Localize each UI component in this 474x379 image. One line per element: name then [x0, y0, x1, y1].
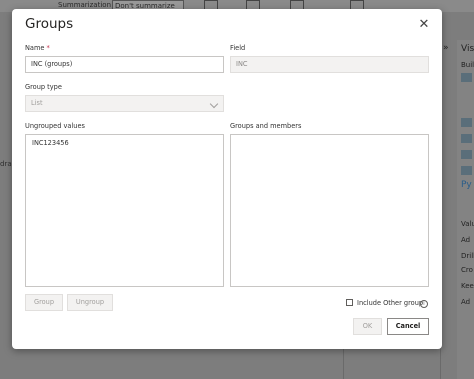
close-button[interactable]: ✕: [416, 17, 432, 33]
ok-button[interactable]: OK: [353, 318, 382, 335]
add-drill-label: Ad: [461, 298, 471, 306]
visualizations-pane: Vis Buil Py Valu Ad Drill Cro Kee Ad: [457, 40, 474, 379]
group-type-value: List: [31, 99, 43, 107]
cross-report-label: Cro: [461, 266, 473, 274]
add-field-label: Ad: [461, 236, 471, 244]
collapse-pane-icon: »: [443, 43, 449, 53]
visualizations-title: Vis: [461, 44, 474, 54]
python-visual-label: Py: [461, 180, 472, 190]
groups-and-members-label: Groups and members: [230, 122, 302, 130]
ungroup-button[interactable]: Ungroup: [67, 294, 113, 311]
ungrouped-values-label: Ungrouped values: [25, 122, 85, 130]
group-button[interactable]: Group: [25, 294, 63, 311]
field-label: Field: [230, 44, 246, 52]
groups-dialog: Groups ✕ Name * INC (groups) Field INC Gr…: [12, 9, 442, 349]
background-text: dra: [0, 160, 12, 168]
visual-icon: [461, 166, 472, 175]
visual-icon: [461, 134, 472, 143]
ungrouped-values-list[interactable]: INC123456: [25, 134, 224, 287]
info-icon[interactable]: i: [420, 300, 428, 308]
field-value: INC: [230, 56, 429, 73]
keep-filters-label: Kee: [461, 282, 474, 290]
group-type-label: Group type: [25, 83, 62, 91]
list-item[interactable]: INC123456: [32, 139, 69, 147]
visual-icon: [461, 150, 472, 159]
name-label: Name *: [25, 44, 50, 52]
include-other-label: Include Other group: [357, 299, 424, 307]
required-mark: *: [46, 44, 50, 52]
values-label: Valu: [461, 220, 474, 228]
name-input[interactable]: INC (groups): [25, 56, 224, 73]
close-icon: ✕: [418, 17, 430, 32]
include-other-checkbox[interactable]: [346, 299, 353, 306]
cancel-button[interactable]: Cancel: [387, 318, 429, 335]
visual-icon: [461, 118, 472, 127]
group-type-select[interactable]: List: [25, 95, 224, 112]
visual-icon: [461, 73, 472, 82]
drill-label: Drill: [461, 252, 474, 260]
chevron-down-icon: [209, 99, 219, 109]
groups-and-members-list[interactable]: [230, 134, 429, 287]
build-label: Buil: [461, 61, 474, 69]
dialog-title: Groups: [25, 16, 74, 32]
